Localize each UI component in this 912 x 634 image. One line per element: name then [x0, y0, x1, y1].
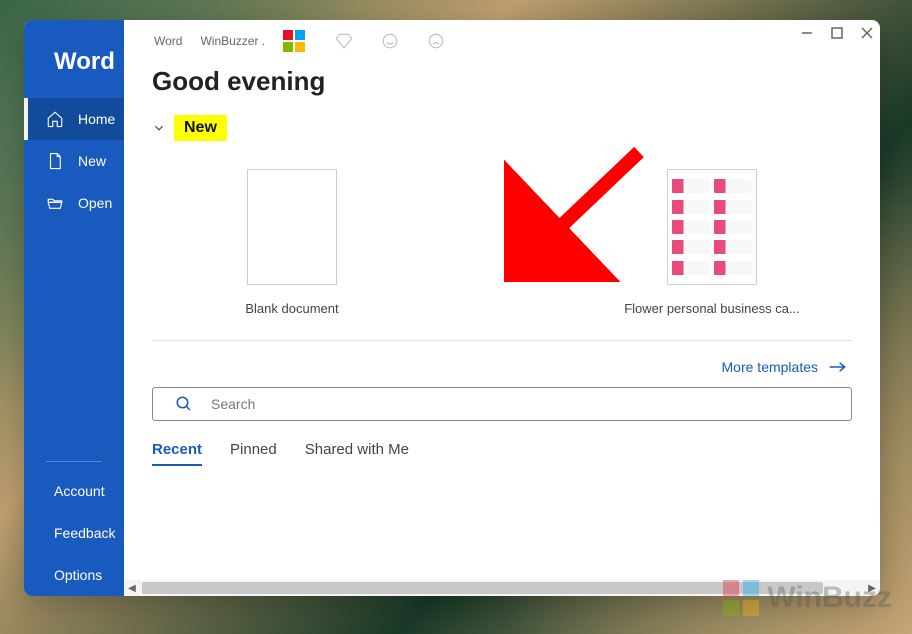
chevron-down-icon: [152, 121, 166, 135]
template-flower-business-card[interactable]: Flower personal business ca...: [622, 169, 802, 316]
document-icon: [46, 152, 64, 170]
search-input[interactable]: [211, 396, 841, 412]
smile-icon: [381, 32, 399, 50]
home-icon: [46, 110, 64, 128]
template-label: Flower personal business ca...: [622, 301, 802, 316]
search-box[interactable]: [152, 387, 852, 421]
title-doc: WinBuzzer .: [200, 34, 265, 48]
content: Good evening New Blank document: [124, 62, 880, 596]
diamond-icon: [335, 32, 353, 50]
sidebar-item-new[interactable]: New: [24, 140, 124, 182]
word-window: Word Home New Open Account Feedback: [24, 20, 880, 596]
tab-recent[interactable]: Recent: [152, 441, 202, 466]
template-blank-document[interactable]: Blank document: [202, 169, 382, 316]
tab-shared[interactable]: Shared with Me: [305, 441, 409, 466]
search-icon: [175, 395, 193, 413]
sidebar: Word Home New Open Account Feedback: [24, 20, 124, 596]
app-title: Word: [24, 20, 124, 98]
sidebar-item-label: New: [78, 153, 106, 169]
sidebar-item-label: Feedback: [54, 525, 115, 541]
section-new-label: New: [174, 115, 227, 141]
templates-row: Blank document Flower personal business …: [152, 151, 852, 326]
horizontal-scrollbar[interactable]: ◀ ▶: [124, 580, 880, 596]
greeting: Good evening: [152, 66, 852, 97]
sidebar-divider: [46, 461, 102, 462]
title-app: Word: [154, 34, 182, 48]
sidebar-item-options[interactable]: Options: [24, 554, 124, 596]
template-label: Blank document: [202, 301, 382, 316]
sidebar-item-label: Open: [78, 195, 112, 211]
titlebar: Word WinBuzzer .: [124, 20, 880, 62]
scroll-left-arrow[interactable]: ◀: [124, 583, 140, 594]
sidebar-item-label: Home: [78, 111, 115, 127]
window-controls: [800, 26, 874, 40]
sidebar-bottom: Account Feedback Options: [24, 470, 124, 596]
scroll-track[interactable]: [140, 582, 864, 594]
tab-pinned[interactable]: Pinned: [230, 441, 277, 466]
divider: [152, 340, 852, 341]
sidebar-item-feedback[interactable]: Feedback: [24, 512, 124, 554]
scroll-right-arrow[interactable]: ▶: [864, 583, 880, 594]
sidebar-item-label: Options: [54, 567, 102, 583]
more-templates-link[interactable]: More templates: [722, 359, 848, 375]
sidebar-item-label: Account: [54, 483, 105, 499]
maximize-icon[interactable]: [830, 26, 844, 40]
sidebar-item-open[interactable]: Open: [24, 182, 124, 224]
main-area: Word WinBuzzer . Good evening New: [124, 20, 880, 596]
titlebar-decorations: [335, 32, 445, 50]
minimize-icon[interactable]: [800, 26, 814, 40]
close-icon[interactable]: [860, 26, 874, 40]
section-new-header[interactable]: New: [152, 115, 852, 141]
more-templates-row: More templates: [152, 355, 852, 387]
sidebar-nav: Home New Open: [24, 98, 124, 453]
scroll-thumb[interactable]: [142, 582, 823, 594]
sidebar-item-account[interactable]: Account: [24, 470, 124, 512]
puzzle-icon: [283, 30, 305, 52]
recent-tabs: Recent Pinned Shared with Me: [152, 441, 852, 466]
frown-icon: [427, 32, 445, 50]
sidebar-item-home[interactable]: Home: [24, 98, 124, 140]
arrow-right-icon: [828, 360, 848, 374]
more-templates-label: More templates: [722, 359, 818, 375]
folder-open-icon: [46, 194, 64, 212]
template-thumb-blank: [247, 169, 337, 285]
template-thumb-flower: [667, 169, 757, 285]
